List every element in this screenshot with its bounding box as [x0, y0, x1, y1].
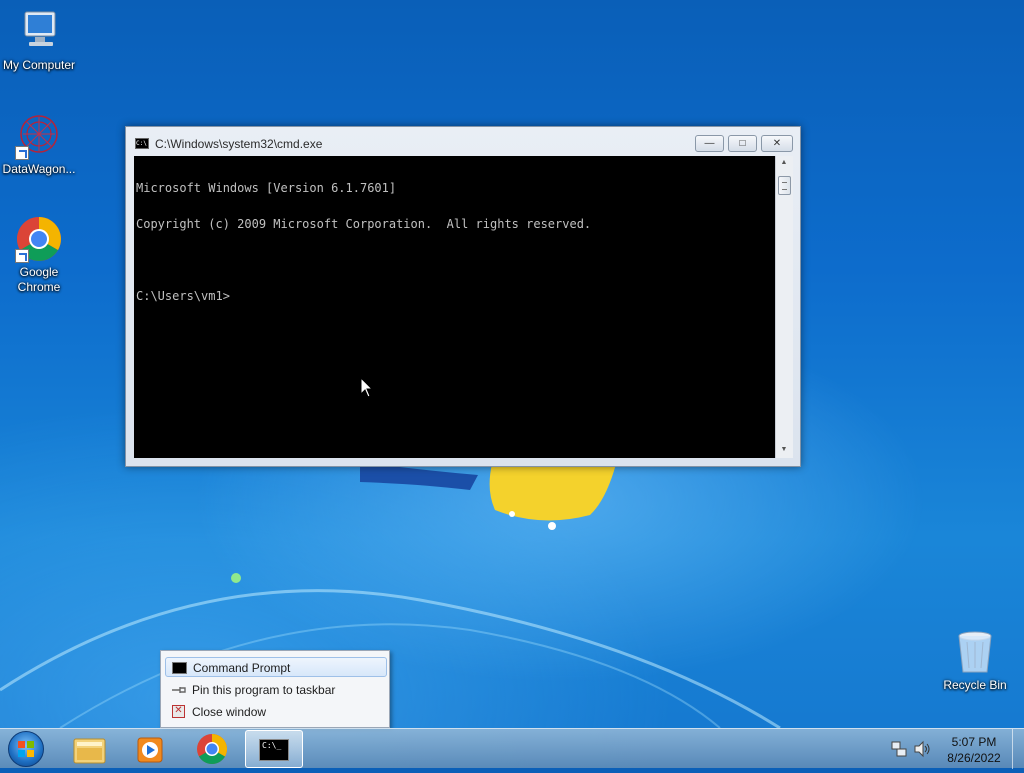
desktop-icon-label: DataWagon... [2, 162, 76, 176]
vertical-scrollbar[interactable]: ▲ ▼ [775, 156, 793, 458]
desktop-icon-google-chrome[interactable]: Google Chrome [0, 215, 78, 295]
mouse-cursor-icon [360, 377, 374, 398]
jumplist-item-command-prompt[interactable]: Command Prompt [165, 657, 387, 677]
cmd-icon: C:\_ [259, 739, 289, 761]
jumplist-item-pin[interactable]: Pin this program to taskbar [165, 680, 387, 700]
jumplist-item-close-window[interactable]: ✕ Close window [165, 702, 387, 722]
console-output[interactable]: Microsoft Windows [Version 6.1.7601] Cop… [134, 156, 775, 458]
close-button[interactable]: ✕ [761, 135, 793, 152]
jumplist-item-label: Command Prompt [193, 661, 291, 675]
clock-time: 5:07 PM [951, 735, 997, 749]
desktop-icon-my-computer[interactable]: My Computer [0, 8, 78, 73]
desktop-icon-label: Recycle Bin [943, 678, 1007, 692]
pin-icon [172, 687, 186, 693]
jumplist-item-label: Pin this program to taskbar [192, 683, 336, 697]
windows-logo-icon [18, 741, 34, 757]
show-desktop-button[interactable] [1012, 729, 1024, 769]
network-icon[interactable] [890, 740, 908, 758]
chrome-icon [197, 734, 228, 765]
console-line: Microsoft Windows [Version 6.1.7601] [136, 181, 397, 195]
taskbar-explorer-button[interactable] [60, 730, 118, 768]
shortcut-arrow-icon [15, 249, 29, 263]
close-window-icon: ✕ [172, 705, 185, 718]
cmd-icon: C:\ [135, 138, 149, 149]
computer-icon [15, 8, 63, 56]
desktop-icon-datawagon[interactable]: DataWagon... [0, 112, 78, 177]
media-player-icon [137, 737, 163, 763]
shortcut-arrow-icon [15, 146, 29, 160]
recycle-bin-icon [951, 628, 999, 676]
desktop-icon-recycle-bin[interactable]: Recycle Bin [936, 628, 1014, 693]
start-button[interactable] [8, 731, 44, 767]
volume-icon[interactable] [913, 740, 931, 758]
scroll-thumb[interactable] [778, 176, 791, 195]
clock-date: 8/26/2022 [947, 751, 1001, 765]
taskbar-cmd-button[interactable]: C:\_ [245, 730, 303, 768]
window-title: C:\Windows\system32\cmd.exe [155, 137, 323, 151]
taskbar-chrome-button[interactable] [183, 730, 241, 768]
taskbar-jumplist: Command Prompt Pin this program to taskb… [160, 650, 390, 728]
taskbar-media-player-button[interactable] [121, 730, 179, 768]
maximize-button[interactable]: □ [728, 135, 757, 152]
datawagon-icon [15, 112, 63, 160]
console-line: Copyright (c) 2009 Microsoft Corporation… [136, 217, 592, 231]
chrome-icon [15, 215, 63, 263]
jumplist-item-label: Close window [192, 705, 267, 719]
scroll-up-arrow-icon[interactable]: ▲ [779, 159, 789, 167]
desktop-icon-label: Google Chrome [17, 265, 61, 294]
cmd-icon [172, 662, 187, 674]
console-prompt: C:\Users\vm1> [136, 289, 230, 303]
scroll-down-arrow-icon[interactable]: ▼ [779, 446, 789, 454]
minimize-button[interactable]: — [695, 135, 724, 152]
taskbar: C:\_ 5:07 PM 8/26/2022 [0, 728, 1024, 769]
window-titlebar[interactable]: C:\ C:\Windows\system32\cmd.exe — □ ✕ [126, 127, 800, 157]
desktop-icon-label: My Computer [2, 58, 76, 72]
taskbar-clock[interactable]: 5:07 PM 8/26/2022 [940, 734, 1008, 766]
explorer-icon [73, 738, 106, 764]
cmd-window[interactable]: C:\ C:\Windows\system32\cmd.exe — □ ✕ Mi… [125, 126, 801, 467]
